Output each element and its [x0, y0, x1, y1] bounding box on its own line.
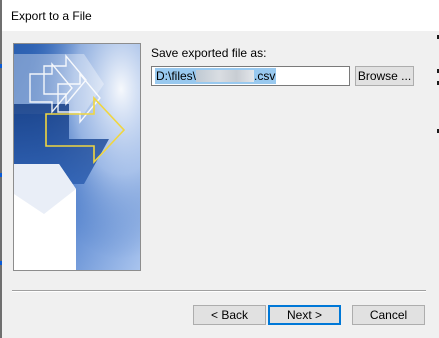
- path-suffix: .csv: [254, 69, 276, 83]
- export-path-field[interactable]: D:\files\ .csv: [151, 66, 350, 86]
- save-as-label: Save exported file as:: [151, 46, 267, 60]
- cancel-button[interactable]: Cancel: [352, 305, 425, 325]
- browse-button[interactable]: Browse ...: [355, 66, 414, 86]
- redacted-filename: [196, 70, 255, 82]
- window-title: Export to a File: [11, 9, 92, 23]
- export-arrows-icon: [14, 44, 140, 270]
- back-button[interactable]: < Back: [193, 305, 266, 325]
- path-prefix: D:\files\: [156, 69, 197, 83]
- export-dialog: Export to a File Save exported file as: …: [0, 0, 439, 338]
- next-button[interactable]: Next >: [268, 305, 341, 325]
- footer-divider: [12, 290, 426, 292]
- path-text-selection: D:\files\ .csv: [155, 68, 277, 84]
- title-bar: Export to a File: [2, 0, 439, 31]
- wizard-side-illustration: [13, 43, 141, 271]
